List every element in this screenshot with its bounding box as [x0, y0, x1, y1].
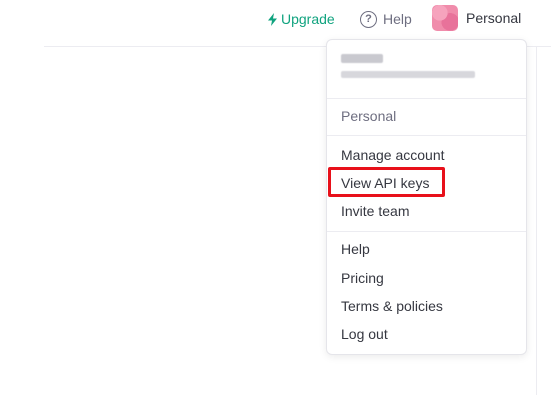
- top-nav: Upgrade ? Help Personal: [0, 0, 551, 36]
- account-menu-button[interactable]: Personal: [432, 5, 521, 31]
- upgrade-link[interactable]: Upgrade: [268, 9, 335, 29]
- log-out-item[interactable]: Log out: [341, 323, 388, 345]
- help-item[interactable]: Help: [341, 238, 370, 260]
- avatar: [432, 5, 458, 31]
- page: Upgrade ? Help Personal Personal Manage …: [0, 0, 551, 395]
- view-api-keys-item[interactable]: View API keys: [341, 172, 429, 194]
- upgrade-label: Upgrade: [281, 11, 335, 27]
- help-link[interactable]: ? Help: [360, 9, 412, 29]
- manage-account-item[interactable]: Manage account: [341, 144, 445, 166]
- account-dropdown-menu: Personal Manage account View API keys In…: [326, 39, 527, 355]
- redacted-user-name: [341, 54, 383, 63]
- invite-team-item[interactable]: Invite team: [341, 200, 409, 222]
- menu-divider: [327, 135, 526, 136]
- user-info: [341, 54, 475, 78]
- pricing-item[interactable]: Pricing: [341, 267, 384, 289]
- lightning-icon: [268, 12, 277, 26]
- org-label: Personal: [341, 108, 397, 124]
- help-label: Help: [383, 11, 412, 27]
- content-edge: [536, 46, 537, 395]
- terms-policies-item[interactable]: Terms & policies: [341, 295, 443, 317]
- menu-divider: [327, 231, 526, 232]
- account-label: Personal: [466, 10, 522, 26]
- redacted-user-email: [341, 71, 475, 78]
- menu-divider: [327, 98, 526, 99]
- question-circle-icon: ?: [360, 10, 377, 28]
